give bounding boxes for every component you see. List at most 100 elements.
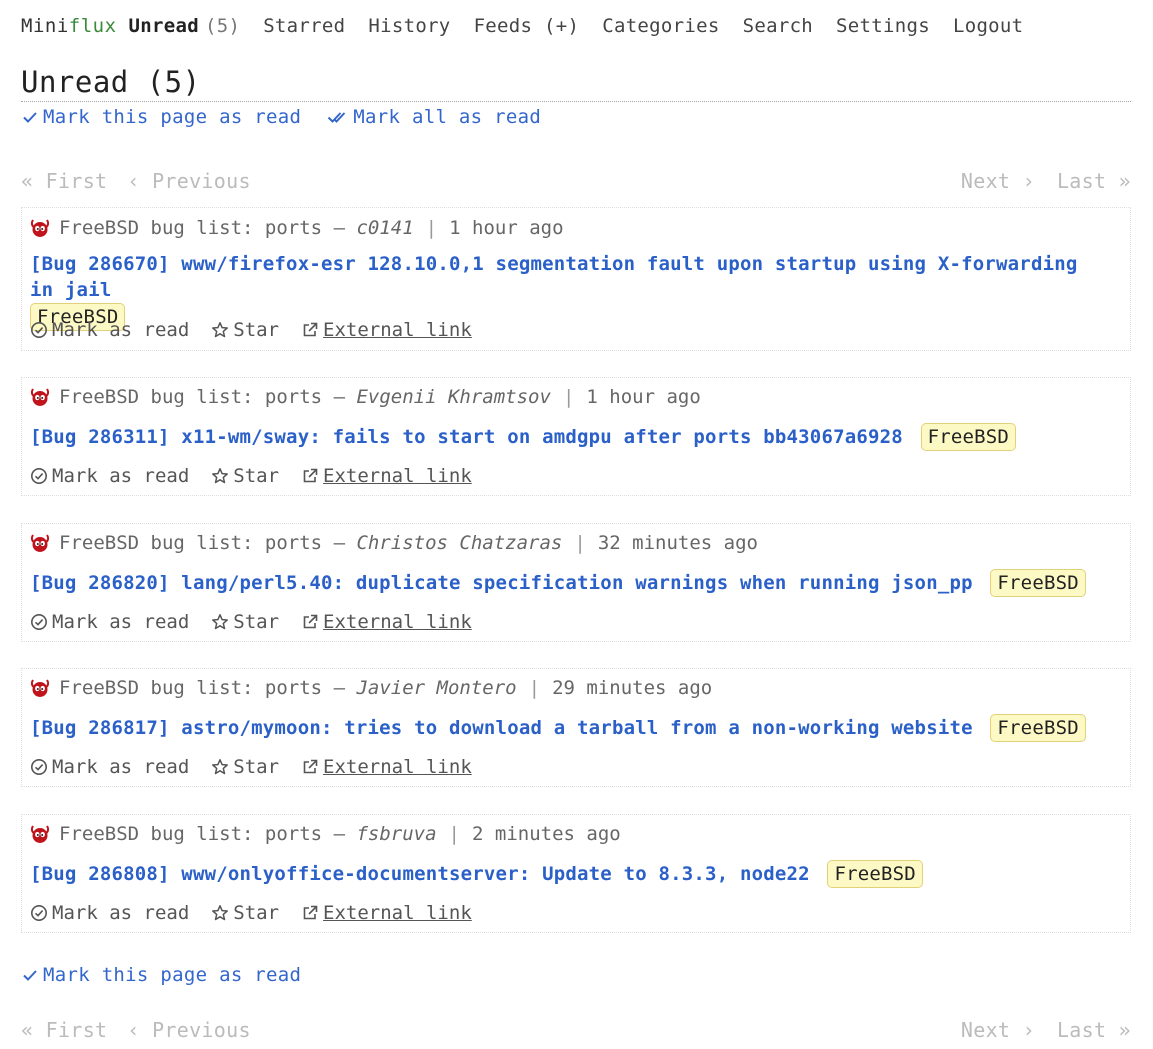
nav-starred[interactable]: Starred xyxy=(263,15,345,37)
entry-controls: Mark as read Star External link xyxy=(30,319,494,341)
entry-feed[interactable]: FreeBSD bug list: ports xyxy=(59,217,322,239)
star-icon xyxy=(211,467,229,485)
external-link[interactable]: External link xyxy=(301,902,472,924)
entry-feed[interactable]: FreeBSD bug list: ports xyxy=(59,677,322,699)
external-link-icon xyxy=(301,904,319,922)
page-actions-bottom: Mark this page as read xyxy=(21,964,327,986)
check-circle-icon xyxy=(30,904,48,922)
entry-author: c0141 xyxy=(356,217,414,239)
entry-dash: – xyxy=(333,386,346,408)
entry-controls: Mark as read Star External link xyxy=(30,756,494,778)
mark-as-read-button[interactable]: Mark as read xyxy=(30,756,189,778)
entry-author: Christos Chatzaras xyxy=(356,532,563,554)
star-button[interactable]: Star xyxy=(211,902,279,924)
nav-logout[interactable]: Logout xyxy=(953,15,1023,37)
entry-tag[interactable]: FreeBSD xyxy=(827,860,923,888)
nav-settings[interactable]: Settings xyxy=(836,15,930,37)
pagination-previous: ‹ Previous xyxy=(127,169,251,193)
pagination-first: « First xyxy=(21,1018,108,1042)
main-nav: Miniflux Unread (5) Starred History Feeds… xyxy=(21,12,1046,40)
nav-search[interactable]: Search xyxy=(743,15,813,37)
entry-title-link[interactable]: [Bug 286808] www/onlyoffice-documentserv… xyxy=(30,863,810,885)
mark-as-read-button[interactable]: Mark as read xyxy=(30,319,189,341)
entry-time: 1 hour ago xyxy=(586,386,701,408)
pagination-first: « First xyxy=(21,169,108,193)
entry-tag[interactable]: FreeBSD xyxy=(920,423,1017,451)
external-link[interactable]: External link xyxy=(301,756,472,778)
pagination-next: Next › xyxy=(960,169,1035,193)
nav-unread-count: (5) xyxy=(204,15,241,37)
external-link[interactable]: External link xyxy=(301,319,472,341)
check-circle-icon xyxy=(30,758,48,776)
mark-as-read-button[interactable]: Mark as read xyxy=(30,465,189,487)
entry-separator: | xyxy=(448,823,460,845)
mark-as-read-label: Mark as read xyxy=(52,319,190,341)
entry-meta: FreeBSD bug list: ports – c0141 | 1 hour a… xyxy=(30,217,564,239)
logo-mini: Mini xyxy=(21,15,69,37)
entry-meta: FreeBSD bug list: ports – Javier Montero… xyxy=(30,677,712,699)
entry-separator: | xyxy=(425,217,438,239)
external-link-icon xyxy=(301,613,319,631)
star-label: Star xyxy=(233,319,280,341)
entry-dash: – xyxy=(333,532,346,554)
entry-item: FreeBSD bug list: ports – Javier Montero… xyxy=(21,668,1131,787)
mark-all-read-button[interactable]: Mark all as read xyxy=(327,106,541,128)
entry-author: Javier Montero xyxy=(356,677,517,699)
check-circle-icon xyxy=(30,467,48,485)
mark-as-read-button[interactable]: Mark as read xyxy=(30,902,189,924)
double-check-icon xyxy=(328,112,346,123)
page-actions-top: Mark this page as read Mark all as read xyxy=(21,106,567,128)
entry-author: fsbruva xyxy=(356,823,437,845)
entry-title-link[interactable]: [Bug 286311] x11-wm/sway: fails to start… xyxy=(30,426,903,448)
entry-dash: – xyxy=(333,677,346,699)
pagination-previous: ‹ Previous xyxy=(127,1018,251,1042)
pagination-top: « First ‹ Previous Next › Last » xyxy=(21,169,1131,197)
external-link[interactable]: External link xyxy=(301,465,472,487)
star-button[interactable]: Star xyxy=(211,611,279,633)
check-icon xyxy=(23,112,37,123)
star-label: Star xyxy=(233,465,280,487)
external-link[interactable]: External link xyxy=(301,611,472,633)
entry-time: 29 minutes ago xyxy=(552,677,713,699)
freebsd-daemon-icon xyxy=(30,218,50,238)
entry-title-link[interactable]: [Bug 286670] www/firefox-esr 128.10.0,1 … xyxy=(30,253,1078,301)
entry-title-link[interactable]: [Bug 286817] astro/mymoon: tries to down… xyxy=(30,717,973,739)
star-label: Star xyxy=(233,902,280,924)
mark-as-read-label: Mark as read xyxy=(52,611,190,633)
mark-page-read-label: Mark this page as read xyxy=(43,106,302,128)
entry-separator: | xyxy=(562,386,575,408)
nav-history[interactable]: History xyxy=(368,15,450,37)
entry-feed[interactable]: FreeBSD bug list: ports xyxy=(59,386,322,408)
pagination-last: Last » xyxy=(1056,1018,1131,1042)
logo-flux: flux xyxy=(68,15,117,37)
entry-tag[interactable]: FreeBSD xyxy=(990,714,1086,742)
mark-as-read-button[interactable]: Mark as read xyxy=(30,611,189,633)
mark-all-read-label: Mark all as read xyxy=(353,106,542,128)
entry-time: 2 minutes ago xyxy=(472,823,621,845)
star-icon xyxy=(211,758,229,776)
star-button[interactable]: Star xyxy=(211,319,279,341)
star-button[interactable]: Star xyxy=(211,465,279,487)
entry-controls: Mark as read Star External link xyxy=(30,611,494,633)
entry-tag[interactable]: FreeBSD xyxy=(990,569,1086,597)
entry-title: [Bug 286311] x11-wm/sway: fails to start… xyxy=(30,423,1017,451)
star-icon xyxy=(211,321,229,339)
entry-title-link[interactable]: [Bug 286820] lang/perl5.40: duplicate sp… xyxy=(30,572,973,594)
entry-item: FreeBSD bug list: ports – Evgenii Khramt… xyxy=(21,377,1131,496)
mark-page-read-button[interactable]: Mark this page as read xyxy=(21,964,301,986)
star-button[interactable]: Star xyxy=(211,756,279,778)
external-link-icon xyxy=(301,321,319,339)
entry-feed[interactable]: FreeBSD bug list: ports xyxy=(59,532,322,554)
nav-categories[interactable]: Categories xyxy=(602,15,719,37)
entry-feed[interactable]: FreeBSD bug list: ports xyxy=(59,823,322,845)
entry-meta: FreeBSD bug list: ports – Evgenii Khramt… xyxy=(30,386,701,408)
mark-page-read-button[interactable]: Mark this page as read xyxy=(21,106,301,128)
logo[interactable]: Miniflux xyxy=(21,15,117,37)
entry-controls: Mark as read Star External link xyxy=(30,902,494,924)
entry-separator: | xyxy=(574,532,586,554)
nav-unread[interactable]: Unread (5) xyxy=(129,15,241,37)
nav-feeds[interactable]: Feeds (+) xyxy=(474,15,580,37)
star-label: Star xyxy=(233,611,280,633)
external-link-label: External link xyxy=(323,319,472,341)
entry-meta: FreeBSD bug list: ports – fsbruva | 2 minu… xyxy=(30,823,621,845)
